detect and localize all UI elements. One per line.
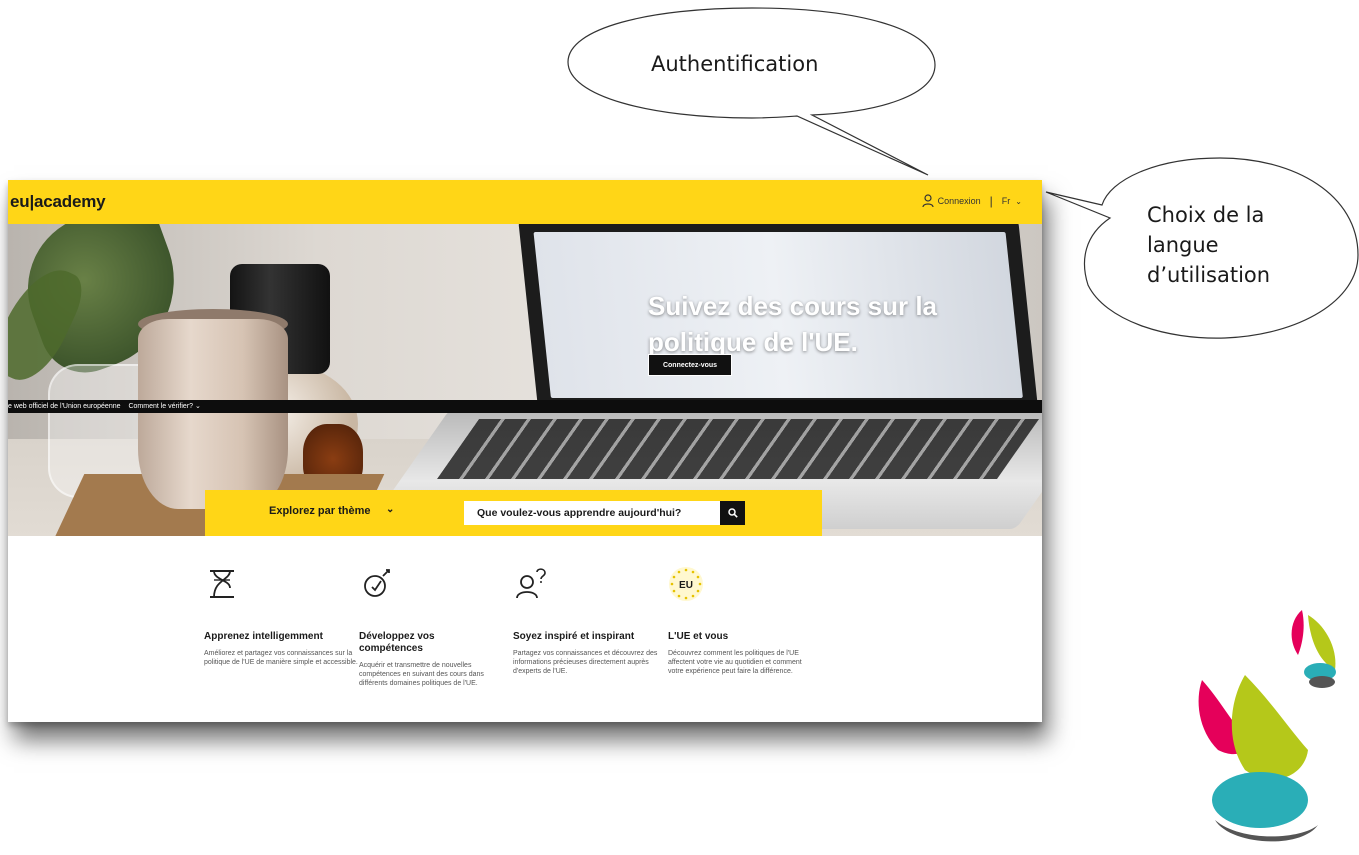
feature-learn: Apprenez intelligemment Améliorez et par… [204,566,364,667]
brand-logo [1198,610,1336,842]
feature-text: Améliorez et partagez vos connaissances … [204,650,358,666]
eu-official-text: e web officiel de l'Union européenne [8,403,121,410]
keys-image [436,419,1040,479]
language-annotation: Choix de la langue d’utilisation [1147,200,1270,290]
header-divider: | [989,194,993,208]
feature-title: Soyez inspiré et inspirant [513,631,635,642]
feature-title: Développez vos compétences [359,631,435,654]
eu-badge-text: EU [679,580,693,591]
eu-official-bar: e web officiel de l'Union européenne Com… [8,400,1042,413]
people-question-icon [516,568,546,599]
mug-image [138,319,288,509]
language-annotation-line: d’utilisation [1147,263,1271,287]
feature-text: Découvrez comment les politiques de l'UE… [668,650,802,675]
explore-theme-dropdown[interactable]: Explorez par thème [269,505,370,517]
login-link[interactable]: Connexion [938,196,981,206]
hourglass-icon [210,570,234,598]
search-input[interactable]: Que voulez-vous apprendre aujourd'hui? [464,501,720,525]
feature-eu: EU L'UE et vous Découvrez comment les po… [668,566,818,676]
feature-text: Partagez vos connaissances et découvrez … [513,650,658,675]
language-annotation-line: Choix de la [1147,203,1265,227]
language-selector[interactable]: Fr [1002,196,1011,206]
hero-title: Suivez des cours sur la politique de l'U… [648,291,938,357]
skills-icon [364,569,390,597]
top-bar: eu|academy Connexion | Fr ⌄ [8,180,1042,224]
feature-inspired: Soyez inspiré et inspirant Partagez vos … [513,566,663,676]
search-button[interactable] [720,501,745,525]
feature-text: Acquérir et transmettre de nouvelles com… [359,662,484,687]
header-actions: Connexion | Fr ⌄ [922,194,1022,208]
verify-link[interactable]: Comment le vérifier? ⌄ [128,403,200,410]
website-screenshot: eu|academy Connexion | Fr ⌄ Suivez des c… [8,180,1042,722]
auth-annotation: Authentification [651,52,819,76]
chevron-down-icon[interactable]: ⌄ [386,504,394,515]
search-band: Explorez par thème ⌄ Que voulez-vous app… [205,490,822,536]
feature-title: Apprenez intelligemment [204,631,323,642]
eu-stars-icon: EU [669,567,703,601]
user-icon[interactable] [922,194,934,208]
auth-bubble-shape [567,7,936,176]
connect-button[interactable]: Connectez-vous [648,354,732,376]
feature-skills: Développez vos compétences Acquérir et t… [359,566,499,688]
chevron-down-icon[interactable]: ⌄ [1015,197,1022,206]
search-icon [727,508,738,518]
site-logo[interactable]: eu|academy [10,192,106,212]
language-annotation-line: langue [1147,233,1219,257]
feature-title: L'UE et vous [668,631,729,642]
